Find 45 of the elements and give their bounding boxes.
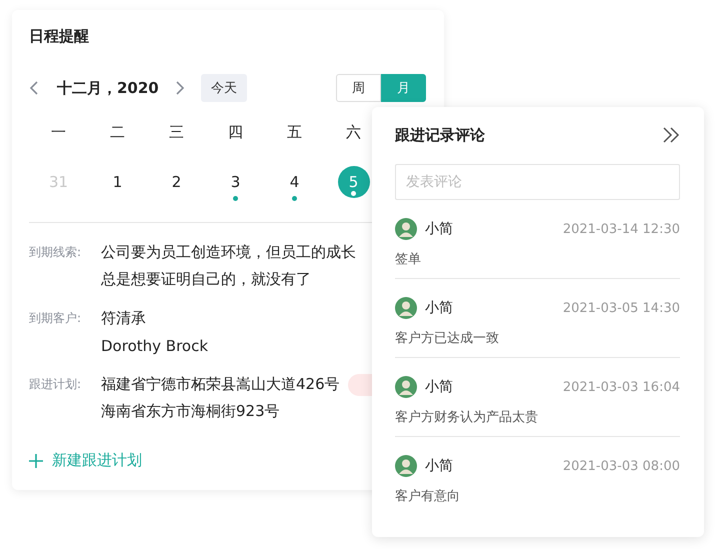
comment-text: 客户有意向 [395, 488, 461, 505]
author-name: 小简 [425, 378, 453, 396]
calendar-day[interactable]: 2 [160, 166, 192, 198]
weekday-label: 四 [227, 123, 244, 142]
comment-text: 客户方财务认为产品太贵 [395, 409, 539, 426]
field-value: 海南省东方市海桐街923号 [101, 402, 280, 421]
field-label: 到期线索: [29, 244, 82, 261]
avatar-icon [395, 455, 417, 477]
view-tab[interactable]: 周 [336, 74, 381, 102]
weekday-label: 五 [286, 123, 303, 142]
weekday-label: 二 [109, 123, 126, 142]
weekday-label: 六 [345, 123, 362, 142]
field-value: Dorothy Brock [101, 336, 208, 354]
calendar-day[interactable]: 3 [220, 166, 252, 198]
comment-time: 2021-03-05 14:30 [562, 300, 680, 316]
card-title: 日程提醒 [29, 27, 90, 47]
author-name: 小简 [425, 220, 453, 238]
comment-text: 签单 [395, 251, 422, 268]
avatar-icon [395, 376, 417, 398]
author-name: 小简 [425, 457, 453, 475]
field-value: 符清承 [101, 309, 146, 328]
comment-input[interactable]: 发表评论 [395, 164, 680, 200]
comment-time: 2021-03-14 12:30 [562, 222, 680, 236]
comment-time: 2021-03-03 16:04 [562, 380, 680, 394]
author-name: 小简 [425, 299, 453, 317]
comment-time: 2021-03-03 08:00 [562, 458, 680, 474]
calendar-day[interactable]: 1 [102, 166, 134, 198]
chevron-right-icon[interactable] [174, 80, 185, 96]
field-label: 跟进计划: [29, 376, 82, 393]
avatar-icon [395, 218, 417, 240]
panel-title: 跟进记录评论 [395, 126, 485, 144]
comment-text: 客户方已达成一致 [395, 330, 500, 347]
collapse-icon[interactable] [662, 127, 680, 143]
calendar-day[interactable]: 4 [278, 166, 310, 198]
plus-icon [29, 454, 43, 468]
weekday-label: 三 [168, 123, 185, 142]
field-value: 公司要为员工创造环境，但员工的成长 [101, 243, 356, 262]
field-value: 总是想要证明自己的，就没有了 [101, 270, 311, 289]
field-label: 到期客户: [29, 310, 82, 327]
weekday-label: 一 [50, 123, 67, 142]
month-label: 十二月，2020 [57, 78, 159, 98]
today-button[interactable]: 今天 [200, 74, 247, 102]
field-value: 福建省宁德市柘荣县嵩山大道426号 [101, 375, 340, 394]
avatar-icon [395, 297, 417, 319]
chevron-left-icon[interactable] [29, 80, 39, 96]
